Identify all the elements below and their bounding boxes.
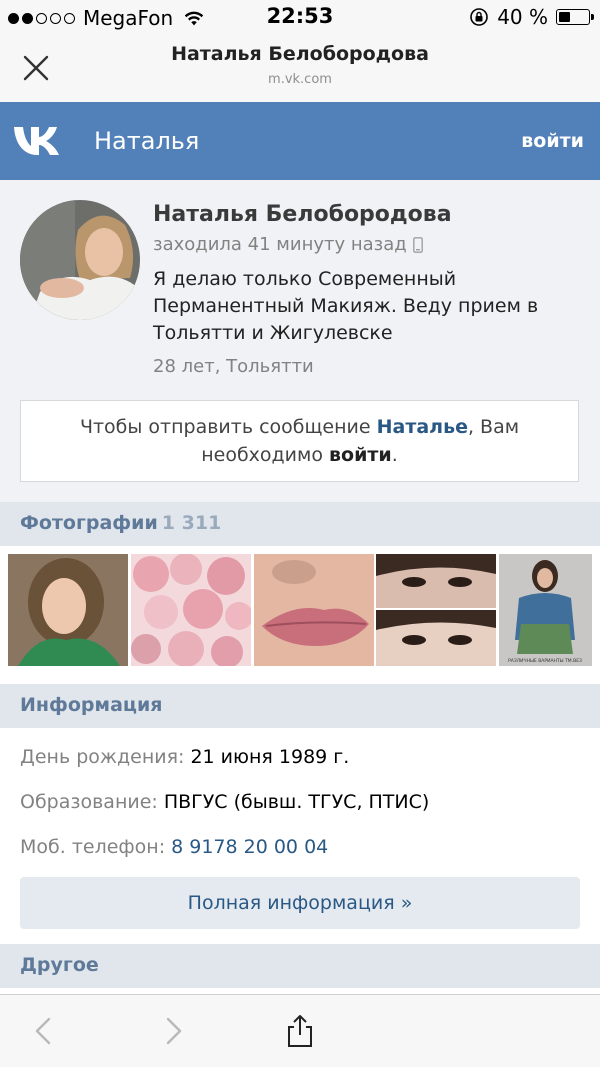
- chevron-left-icon[interactable]: [26, 1013, 62, 1049]
- photo-thumbnail[interactable]: [376, 554, 496, 666]
- status-line: Тольятти и Жигулевске: [153, 322, 393, 344]
- notice-text: Чтобы отправить сообщение: [79, 416, 371, 438]
- age-city: 28 лет, Тольятти: [153, 356, 314, 377]
- photo-thumbnail[interactable]: РАЗЛИЧНЫЕ ВАРИАНТЫ ТМ.ВЕЗ: [499, 554, 592, 666]
- notice-login-link[interactable]: войти: [329, 444, 392, 466]
- info-title: Информация: [20, 694, 163, 716]
- education-label: Образование:: [20, 791, 158, 813]
- phone-link[interactable]: 8 9178 20 00 04: [171, 836, 328, 858]
- share-icon[interactable]: [282, 1013, 318, 1049]
- phone-row: Моб. телефон: 8 9178 20 00 04: [20, 836, 328, 858]
- full-info-button[interactable]: Полная информация »: [20, 877, 580, 929]
- info-header: Информация: [0, 684, 600, 728]
- info-section: День рождения: 21 июня 1989 г. Образовани…: [0, 728, 600, 944]
- page-title: Наталья Белобородова: [171, 43, 429, 65]
- photos-header[interactable]: Фотографии 1 311: [0, 502, 600, 546]
- photos-title: Фотографии: [20, 512, 158, 534]
- notice-name-link[interactable]: Наталье: [377, 416, 468, 438]
- status-line: Я делаю только Современный: [153, 268, 457, 290]
- notice-text: , Вам: [467, 416, 520, 438]
- status-bar: MegaFon 22:53 40 %: [0, 0, 600, 34]
- browser-header: Наталья Белобородова m.vk.com: [0, 34, 600, 103]
- last-seen-text: заходила 41 минуту назад: [153, 234, 407, 255]
- birthday-label: День рождения:: [20, 746, 185, 768]
- status-line: Перманентный Макияж. Веду прием в: [153, 295, 539, 317]
- notice-text: .: [391, 444, 398, 466]
- photo-thumbnail[interactable]: [131, 554, 251, 666]
- vk-header-title: Наталья: [94, 127, 200, 155]
- battery-icon: [556, 9, 594, 25]
- photos-count: 1 311: [161, 512, 222, 534]
- profile-card: Наталья Белобородова заходила 41 минуту …: [0, 180, 600, 502]
- profile-status: Я делаю только Современный Перманентный …: [153, 266, 573, 347]
- browser-toolbar: [0, 994, 600, 1067]
- last-seen: заходила 41 минуту назад: [153, 234, 423, 255]
- message-login-notice: Чтобы отправить сообщение Наталье, Вам н…: [20, 400, 579, 482]
- vk-logo-icon[interactable]: [12, 122, 66, 158]
- profile-name: Наталья Белобородова: [153, 202, 452, 227]
- education-value: ПВГУС (бывш. ТГУС, ПТИС): [163, 791, 430, 813]
- other-header[interactable]: Другое: [0, 944, 600, 988]
- notice-text: необходимо: [201, 444, 323, 466]
- other-title: Другое: [20, 954, 99, 976]
- chevron-right-icon[interactable]: [155, 1013, 191, 1049]
- vk-header: Наталья войти: [0, 102, 600, 180]
- rotation-lock-icon: [470, 8, 488, 26]
- photo-caption: РАЗЛИЧНЫЕ ВАРИАНТЫ ТМ.ВЕЗ: [508, 658, 582, 664]
- photos-strip: РАЗЛИЧНЫЕ ВАРИАНТЫ ТМ.ВЕЗ: [0, 548, 600, 682]
- page-url: m.vk.com: [268, 72, 332, 87]
- battery-percent: 40 %: [497, 5, 548, 29]
- birthday-value: 21 июня 1989 г.: [190, 746, 350, 768]
- phone-label: Моб. телефон:: [20, 836, 166, 858]
- education-row: Образование: ПВГУС (бывш. ТГУС, ПТИС): [20, 791, 429, 813]
- photo-thumbnail[interactable]: [254, 554, 374, 666]
- photo-thumbnail[interactable]: [8, 554, 128, 666]
- avatar[interactable]: [20, 200, 140, 320]
- mobile-phone-icon: [412, 236, 423, 253]
- login-link[interactable]: войти: [521, 130, 584, 152]
- birthday-row: День рождения: 21 июня 1989 г.: [20, 746, 349, 768]
